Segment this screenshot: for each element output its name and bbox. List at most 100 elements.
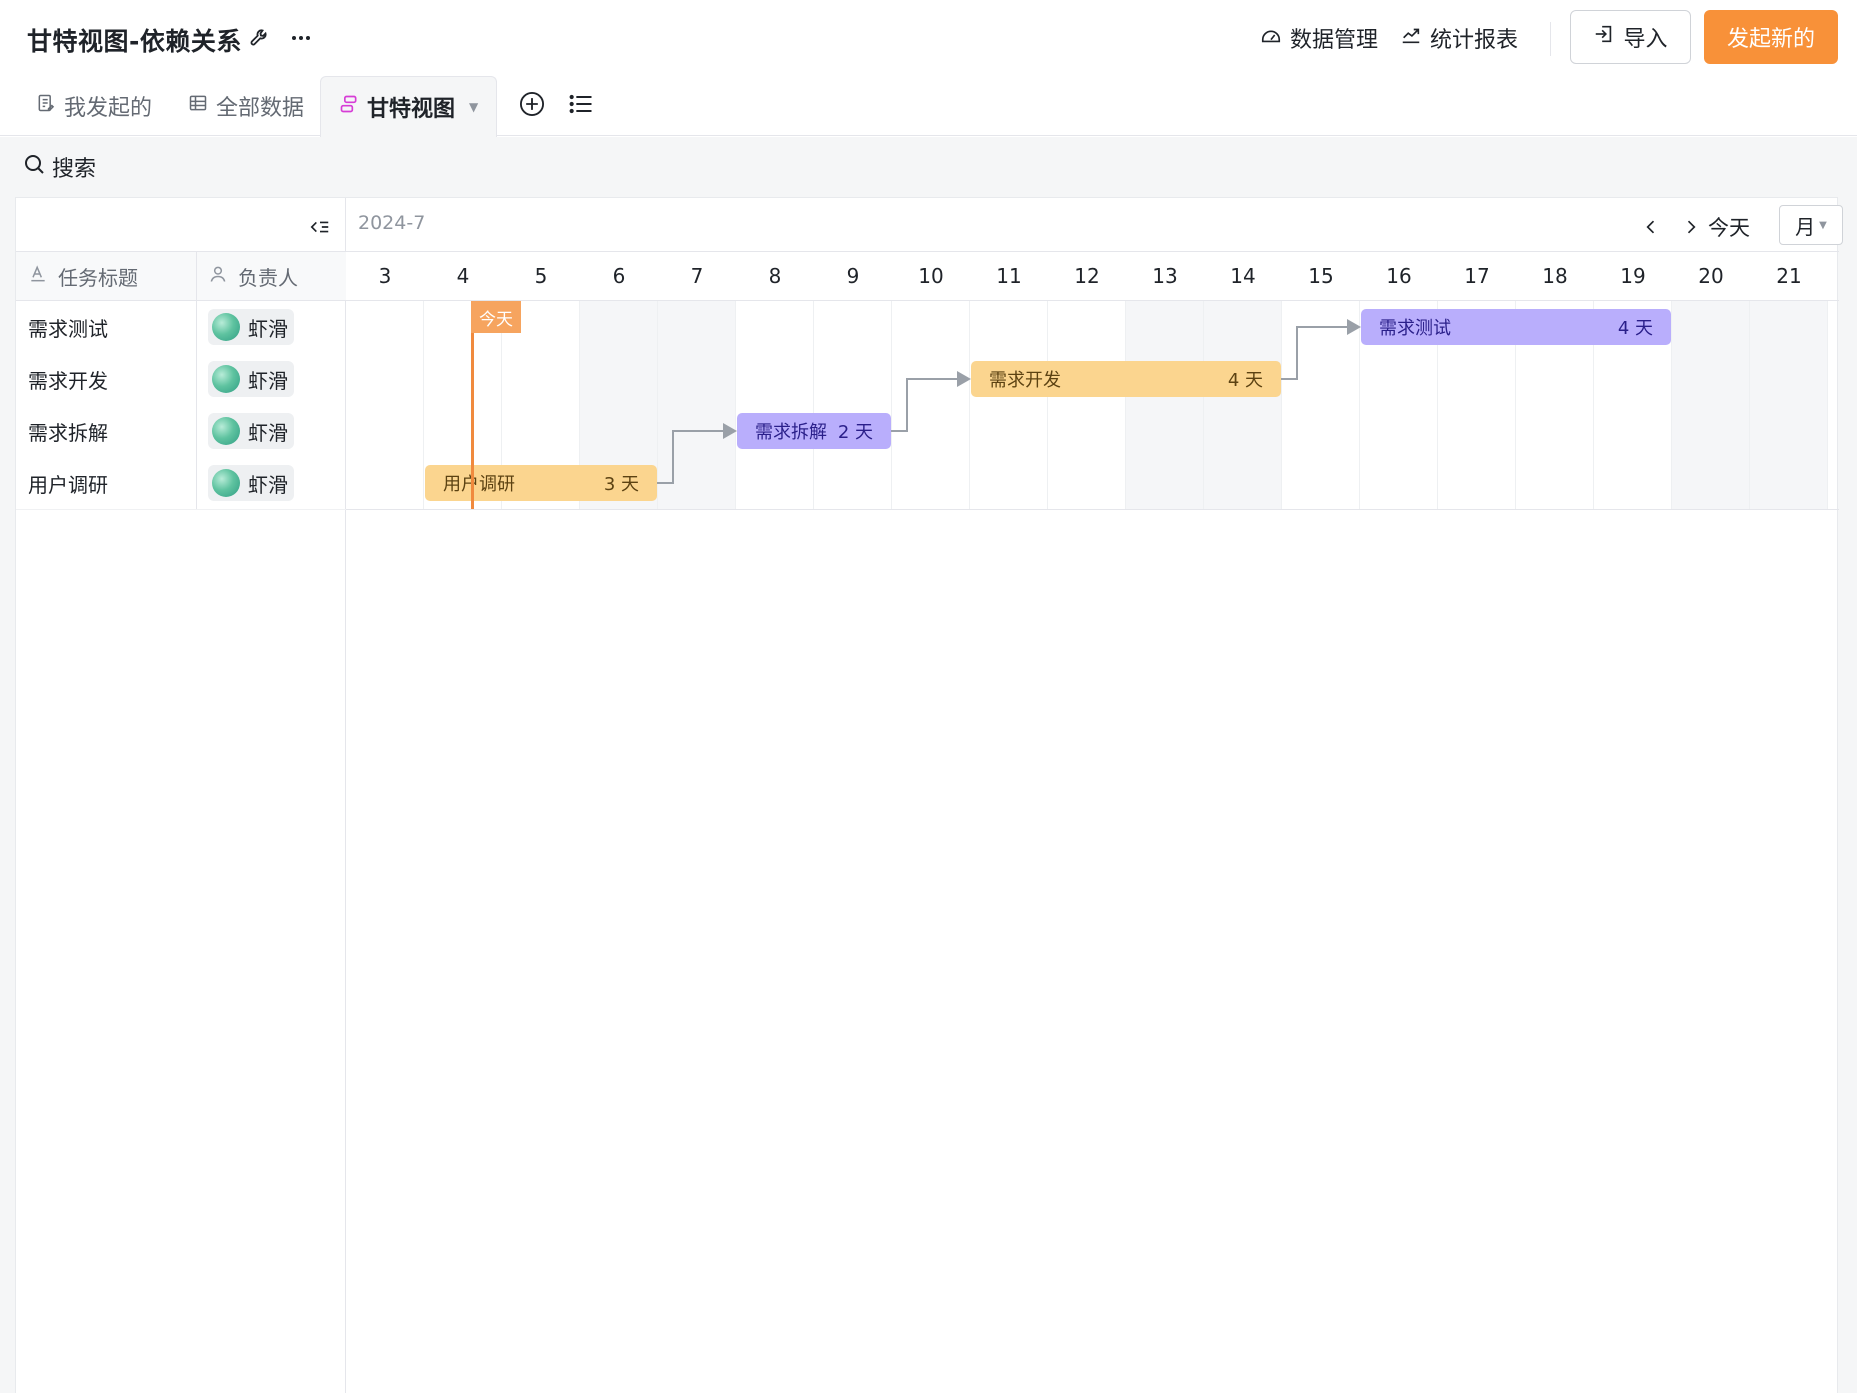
owner-chip[interactable]: 虾滑 [208, 309, 294, 345]
task-bar[interactable]: 需求开发 4 天 [971, 361, 1281, 397]
task-bar-duration: 4 天 [1617, 318, 1653, 339]
import-icon [1593, 23, 1615, 51]
owner-name: 虾滑 [248, 472, 288, 497]
day-header: 3 4 5 6 7 8 9 10 11 12 13 14 15 16 17 18 19 20 21 [346, 251, 1839, 301]
column-header-owner[interactable]: 负责人 [196, 251, 346, 301]
task-row[interactable]: 需求开发 虾滑 [16, 353, 346, 405]
form-doc-icon [36, 93, 56, 119]
day-label: 6 [612, 264, 626, 288]
task-bar[interactable]: 用户调研 3 天 [425, 465, 657, 501]
avatar [212, 313, 240, 341]
day-label: 8 [768, 264, 782, 288]
search-button[interactable]: 搜索 [22, 151, 96, 183]
day-label: 10 [918, 264, 944, 288]
day-label: 17 [1464, 264, 1490, 288]
time-scale-value: 月 [1795, 214, 1816, 239]
grid-column [658, 301, 736, 509]
owner-chip[interactable]: 虾滑 [208, 361, 294, 397]
page-header: 甘特视图-依赖关系 数据管理 统计报表 导入 发起新的 [0, 0, 1857, 76]
grid-column [892, 301, 970, 509]
chevron-left-icon[interactable] [1636, 212, 1666, 242]
owner-name: 虾滑 [248, 420, 288, 445]
task-list-panel: 任务标题 负责人 需求测试 虾滑 需求开发 虾滑 需求拆解 虾滑 用户调研 虾滑 [16, 198, 346, 1393]
task-row[interactable]: 用户调研 虾滑 [16, 457, 346, 509]
tab-my-initiated[interactable]: 我发起的 [36, 76, 152, 136]
task-bar-duration: 3 天 [603, 474, 639, 495]
text-field-icon [28, 264, 48, 289]
task-title[interactable]: 需求拆解 [16, 417, 196, 446]
wrench-icon[interactable] [246, 24, 274, 52]
grid-column [814, 301, 892, 509]
tab-label: 我发起的 [64, 96, 153, 121]
avatar [212, 469, 240, 497]
task-bar-duration: 4 天 [1227, 370, 1263, 391]
gantt-chart: 任务标题 负责人 需求测试 虾滑 需求开发 虾滑 需求拆解 虾滑 用户调研 虾滑 [15, 197, 1843, 1393]
task-bar[interactable]: 需求拆解 2 天 [737, 413, 891, 449]
collapse-panel-icon[interactable] [306, 213, 334, 241]
grid-column [346, 301, 424, 509]
task-title[interactable]: 需求测试 [16, 313, 196, 342]
task-title[interactable]: 需求开发 [16, 365, 196, 394]
task-title[interactable]: 用户调研 [16, 469, 196, 498]
person-icon [208, 264, 228, 289]
task-row[interactable]: 需求测试 虾滑 [16, 301, 346, 353]
owner-name: 虾滑 [248, 368, 288, 393]
new-request-button[interactable]: 发起新的 [1704, 10, 1838, 64]
dashboard-icon [1260, 24, 1282, 52]
avatar [212, 365, 240, 393]
grid-column [736, 301, 814, 509]
task-row[interactable]: 需求拆解 虾滑 [16, 405, 346, 457]
page-title: 甘特视图-依赖关系 [27, 27, 242, 56]
time-scale-select[interactable]: 月 ▼ [1779, 205, 1843, 245]
column-owner-label: 负责人 [238, 265, 298, 290]
day-label: 19 [1620, 264, 1646, 288]
view-tabbar: 我发起的 全部数据 甘特视图 ▼ [0, 76, 1857, 137]
import-button[interactable]: 导入 [1570, 10, 1691, 64]
owner-chip[interactable]: 虾滑 [208, 413, 294, 449]
day-label: 21 [1776, 264, 1802, 288]
caret-down-icon[interactable]: ▼ [469, 100, 478, 114]
tab-gantt[interactable]: 甘特视图 ▼ [320, 76, 498, 137]
today-button[interactable]: 今天 [1708, 212, 1750, 242]
import-label: 导入 [1623, 27, 1668, 52]
day-label: 12 [1074, 264, 1100, 288]
gantt-icon [339, 94, 359, 120]
search-icon [22, 152, 46, 182]
day-label: 13 [1152, 264, 1178, 288]
day-label: 18 [1542, 264, 1568, 288]
grid-column [1672, 301, 1750, 509]
tab-label: 全部数据 [216, 96, 305, 121]
task-bar-label: 用户调研 [443, 474, 515, 495]
task-bar-duration: 2 天 [837, 422, 873, 443]
owner-chip[interactable]: 虾滑 [208, 465, 294, 501]
chevron-right-icon[interactable] [1676, 212, 1706, 242]
task-bar[interactable]: 需求测试 4 天 [1361, 309, 1671, 345]
row-divider [16, 509, 346, 510]
day-label: 15 [1308, 264, 1334, 288]
data-manage-button[interactable]: 数据管理 [1260, 22, 1378, 54]
add-view-icon[interactable] [518, 90, 546, 118]
day-label: 4 [456, 264, 470, 288]
list-icon[interactable] [567, 90, 595, 118]
grid-column [1126, 301, 1204, 509]
task-bar-label: 需求测试 [1379, 318, 1451, 339]
tab-label: 甘特视图 [367, 97, 456, 122]
stats-report-button[interactable]: 统计报表 [1400, 22, 1518, 54]
day-label: 9 [846, 264, 860, 288]
task-bar-label: 需求开发 [989, 370, 1061, 391]
column-header-title[interactable]: 任务标题 [16, 251, 196, 301]
tab-all-data[interactable]: 全部数据 [188, 76, 304, 136]
caret-down-icon: ▼ [1819, 219, 1827, 231]
today-tag: 今天 [471, 301, 521, 333]
timeline-panel: 2024-7 今天 月 ▼ 3 4 5 6 7 8 9 10 11 12 13 14 15 16 17 18 1… [346, 198, 1843, 1393]
avatar [212, 417, 240, 445]
more-icon[interactable] [287, 24, 315, 52]
task-bar-label: 需求拆解 [755, 422, 827, 443]
stats-report-label: 统计报表 [1430, 28, 1519, 53]
day-label: 11 [996, 264, 1022, 288]
owner-name: 虾滑 [248, 316, 288, 341]
grid-bottom-line [346, 509, 1839, 510]
month-label: 2024-7 [358, 212, 426, 234]
day-label: 16 [1386, 264, 1412, 288]
grid-column [1282, 301, 1360, 509]
